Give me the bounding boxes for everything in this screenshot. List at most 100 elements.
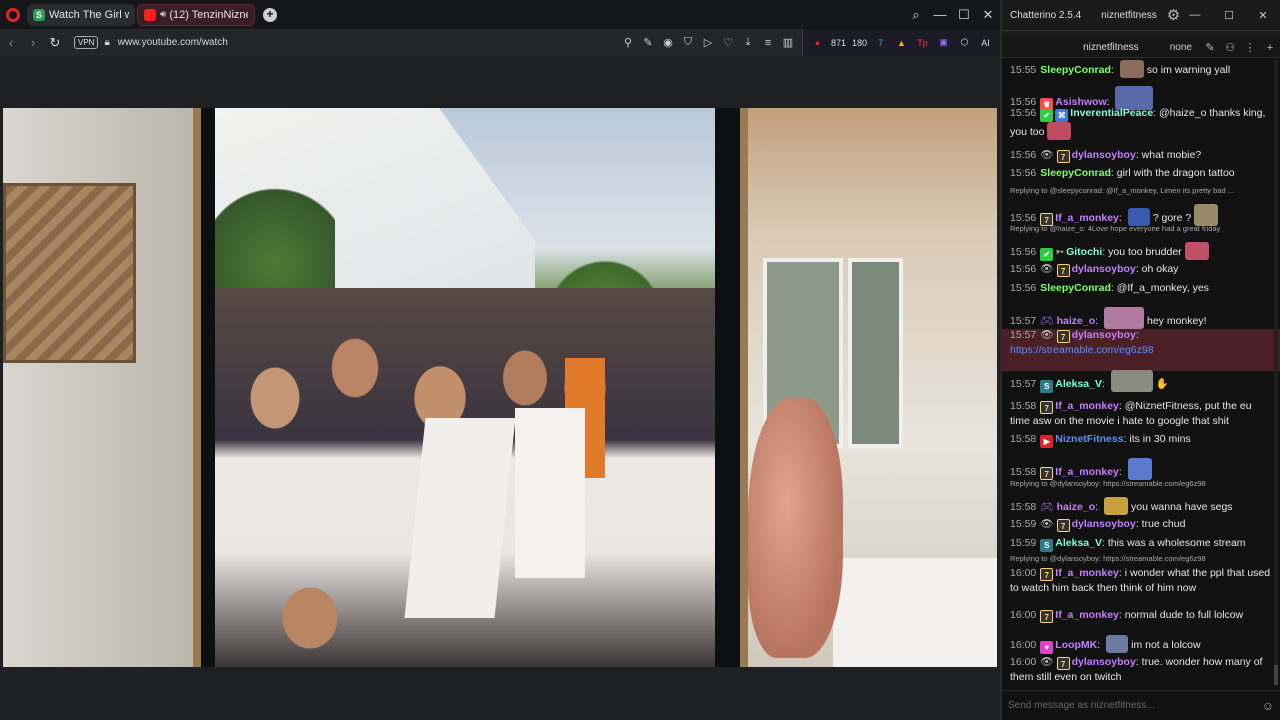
7tv-badge-icon[interactable]: 7: [1056, 150, 1070, 163]
reply-user[interactable]: @dylansoyboy:: [1050, 479, 1101, 488]
chat-message[interactable]: 15:58 🎮︎ haize_o: you wanna have segs: [1010, 497, 1272, 515]
search-tabs-icon[interactable]: ⌕: [904, 7, 928, 23]
chat-input[interactable]: Send message as niznetfitness... ☺: [1002, 690, 1280, 720]
chat-message[interactable]: 15:57 S Aleksa_V: ✋: [1010, 370, 1272, 393]
emote-icon[interactable]: [1119, 60, 1144, 78]
heart-icon[interactable]: ♡: [718, 36, 738, 49]
emote-icon[interactable]: [1047, 122, 1072, 140]
tab-youtube-stream[interactable]: 🔊︎ (12) TenzinNiznet 2024: [137, 3, 255, 26]
chat-message[interactable]: 16:00 7 If_a_monkey: i wonder what the ppl…: [1010, 566, 1272, 595]
ext-badge-3[interactable]: 7: [870, 38, 891, 48]
ext-badge-1[interactable]: 871: [828, 38, 849, 48]
7tv-badge-icon[interactable]: 7: [1040, 568, 1054, 581]
back-icon[interactable]: ‹: [0, 35, 22, 50]
chat-mode[interactable]: none: [1170, 42, 1192, 53]
msg-user[interactable]: dylansoyboy: [1072, 149, 1136, 161]
msg-user[interactable]: If_a_monkey: [1055, 212, 1119, 224]
7tv-badge-icon[interactable]: 7: [1040, 401, 1054, 414]
7tv-badge-icon[interactable]: 7: [1056, 657, 1070, 670]
cube-icon[interactable]: ⬡: [954, 37, 975, 48]
chat-message[interactable]: 15:56 👁︎ 7 dylansoyboy: what mobie?: [1010, 148, 1272, 163]
chat-message[interactable]: 15:59 S Aleksa_V: this was a wholesome str…: [1010, 536, 1272, 552]
chat-scrollbar[interactable]: [1274, 60, 1278, 685]
eye-badge-icon[interactable]: 👁︎: [1040, 656, 1053, 668]
gamepad-badge-icon[interactable]: 🎮︎: [1040, 501, 1053, 513]
msg-user[interactable]: dylansoyboy: [1072, 656, 1136, 668]
emoji-picker-icon[interactable]: ☺: [1262, 699, 1274, 713]
maximize-button[interactable]: ☐: [952, 7, 976, 23]
maximize-button[interactable]: ☐: [1212, 9, 1246, 22]
msg-user[interactable]: SleepyConrad: [1040, 167, 1111, 179]
chat-message[interactable]: 15:58 7 If_a_monkey:: [1010, 458, 1272, 480]
msg-user[interactable]: NiznetFitness: [1055, 433, 1123, 445]
heart-badge-icon[interactable]: ♥: [1040, 641, 1054, 654]
zoom-icon[interactable]: ⚲: [618, 36, 638, 49]
msg-user[interactable]: haize_o: [1057, 315, 1096, 327]
reload-icon[interactable]: ↻: [44, 35, 66, 51]
rocket-icon[interactable]: ▲: [891, 38, 912, 48]
ext-badge-2[interactable]: 180: [849, 38, 870, 48]
twitch-ext-icon[interactable]: ▣: [933, 37, 954, 48]
chat-message[interactable]: 15:57 🎮︎ haize_o: hey monkey!: [1010, 307, 1272, 329]
msg-user[interactable]: dylansoyboy: [1072, 263, 1136, 275]
badge-icon[interactable]: S: [1040, 539, 1054, 552]
chat-message[interactable]: 16:00 👁︎ 7 dylansoyboy: true. wonder how ma…: [1010, 655, 1272, 684]
chat-message-highlighted[interactable]: 15:58 7 If_a_monkey: @NiznetFitness, put t…: [1010, 399, 1272, 428]
reply-context[interactable]: Replying to @sleepyconrad: @If_a_monkey,…: [1010, 186, 1272, 195]
add-split-icon[interactable]: +: [1260, 42, 1280, 54]
chat-message[interactable]: 16:00 7 If_a_monkey: normal dude to full l…: [1010, 608, 1272, 623]
msg-user[interactable]: dylansoyboy: [1072, 329, 1136, 341]
ai-button[interactable]: AI: [975, 38, 996, 48]
badge-icon[interactable]: ⌘: [1055, 109, 1069, 122]
download-icon[interactable]: ⤓: [738, 36, 758, 49]
chat-message[interactable]: 15:56 7 If_a_monkey: ? gore ?: [1010, 204, 1272, 226]
video-player[interactable]: [0, 56, 1000, 720]
minimize-button[interactable]: —: [1178, 9, 1212, 21]
msg-user[interactable]: dylansoyboy: [1072, 518, 1136, 530]
reply-context[interactable]: Replying to @haize_o: 4Love hope everyon…: [1010, 224, 1272, 233]
more-icon[interactable]: ⋮: [1240, 41, 1260, 54]
pencil-icon[interactable]: ✎: [1200, 41, 1220, 54]
eye-badge-icon[interactable]: 👁︎: [1040, 149, 1053, 161]
reply-context[interactable]: Replying to @dylansoyboy: https://stream…: [1010, 479, 1272, 488]
emote-icon[interactable]: [1106, 635, 1129, 653]
opera-ext-icon[interactable]: ●: [807, 38, 828, 48]
reply-user[interactable]: @sleepyconrad:: [1050, 186, 1104, 195]
library-icon[interactable]: ▥: [778, 36, 798, 49]
7tv-badge-icon[interactable]: 7: [1056, 519, 1070, 532]
verified-badge-icon[interactable]: ✔: [1040, 109, 1054, 122]
menu-icon[interactable]: ≡: [758, 37, 778, 49]
fish-badge-icon[interactable]: ➳: [1055, 246, 1064, 258]
tab-youtube-movie[interactable]: S Watch The Girl with the D: [27, 3, 135, 26]
msg-user[interactable]: If_a_monkey: [1055, 466, 1119, 478]
msg-user[interactable]: If_a_monkey: [1055, 567, 1119, 579]
emote-icon[interactable]: [1127, 458, 1152, 480]
msg-user[interactable]: Aleksa_V: [1055, 537, 1102, 549]
users-icon[interactable]: ⚇: [1220, 41, 1240, 54]
chat-message[interactable]: 15:56 SleepyConrad: girl with the dragon …: [1010, 166, 1272, 180]
emote-icon[interactable]: [1103, 307, 1144, 329]
speaker-icon[interactable]: 🔊︎: [160, 9, 166, 20]
eye-badge-icon[interactable]: 👁︎: [1040, 263, 1053, 275]
msg-user[interactable]: SleepyConrad: [1040, 282, 1111, 294]
url-field[interactable]: www.youtube.com/watch: [118, 37, 618, 48]
scrollbar-thumb[interactable]: [1274, 665, 1278, 685]
chat-message[interactable]: 15:56 ✔ ➳ Gitochi: you too brudder: [1010, 242, 1272, 261]
reply-user[interactable]: @haize_o:: [1050, 224, 1086, 233]
emote-icon[interactable]: [1184, 242, 1209, 260]
emote-icon[interactable]: [1103, 497, 1128, 515]
eye-badge-icon[interactable]: 👁︎: [1040, 518, 1053, 530]
msg-user[interactable]: Aleksa_V: [1055, 378, 1102, 390]
chat-message[interactable]: 15:56 SleepyConrad: @If_a_monkey, yes: [1010, 281, 1272, 295]
msg-user[interactable]: Gitochi: [1066, 246, 1102, 258]
close-button[interactable]: ✕: [976, 7, 1000, 23]
lock-icon[interactable]: 🔒︎: [104, 37, 109, 48]
shield-icon[interactable]: ⛉: [678, 36, 698, 49]
7tv-badge-icon[interactable]: 7: [1056, 264, 1070, 277]
split-channel-name[interactable]: niznetfitness: [1002, 42, 1170, 53]
msg-user[interactable]: InverentialPeace: [1070, 107, 1153, 119]
emote-icon[interactable]: [1194, 204, 1219, 226]
reply-context[interactable]: Replying to @dylansoyboy: https://stream…: [1010, 554, 1272, 563]
7tv-badge-icon[interactable]: 7: [1056, 330, 1070, 343]
vpn-badge[interactable]: VPN: [74, 36, 99, 49]
